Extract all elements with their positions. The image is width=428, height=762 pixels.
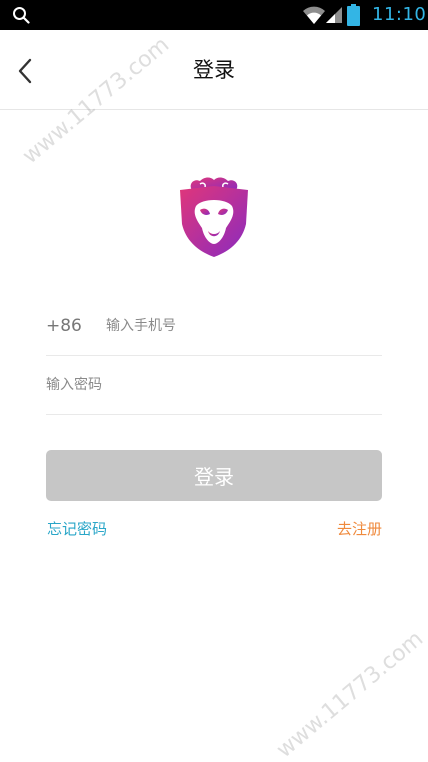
nav-bar: 登录 xyxy=(0,30,428,110)
search-icon xyxy=(13,7,30,24)
wifi-icon xyxy=(303,6,325,24)
register-link[interactable]: 去注册 xyxy=(337,518,382,539)
password-input[interactable] xyxy=(46,369,376,401)
status-bar: 11:10 xyxy=(0,0,428,30)
phone-field: +86 xyxy=(46,298,382,356)
country-code-prefix[interactable]: +86 xyxy=(46,316,82,336)
page-title: 登录 xyxy=(193,58,235,82)
login-button[interactable]: 登录 xyxy=(46,450,382,501)
watermark: www.11773.com xyxy=(272,626,428,762)
status-time: 11:10 xyxy=(372,4,427,25)
forgot-password-link[interactable]: 忘记密码 xyxy=(47,518,107,539)
battery-icon xyxy=(347,4,360,26)
phone-input[interactable] xyxy=(106,310,376,342)
monkey-shield-logo-icon xyxy=(180,177,248,257)
signal-icon xyxy=(326,7,342,23)
password-field xyxy=(46,357,382,415)
